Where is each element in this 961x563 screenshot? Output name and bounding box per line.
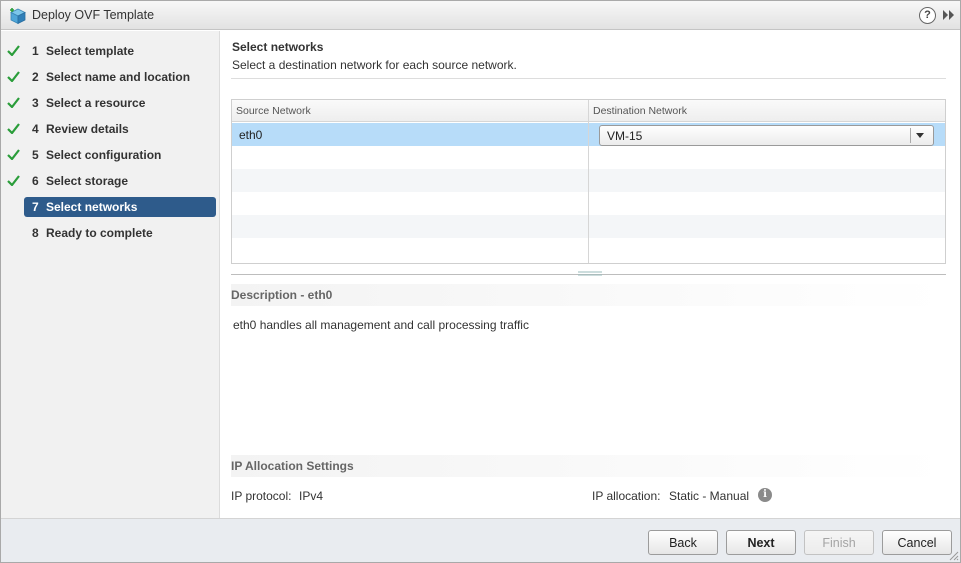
step-label: Select a resource (46, 96, 146, 110)
step-label: Review details (46, 122, 129, 136)
back-button[interactable]: Back (648, 530, 718, 555)
step-select-networks[interactable]: 7 Select networks (24, 197, 216, 217)
step-number: 4 (32, 122, 39, 136)
column-divider (588, 100, 589, 263)
step-label: Select template (46, 44, 135, 58)
step-select-a-resource[interactable]: 3 Select a resource (7, 93, 216, 113)
step-label: Select storage (46, 174, 129, 188)
column-header-destination-network[interactable]: Destination Network (593, 105, 687, 117)
checkmark-icon (7, 175, 20, 186)
column-header-source-network[interactable]: Source Network (236, 105, 311, 117)
network-mapping-grid: Source Network Destination Network eth0 … (231, 99, 946, 264)
expand-panel-icon[interactable] (942, 9, 956, 21)
checkmark-icon (7, 97, 20, 108)
dropdown-separator (910, 128, 911, 143)
step-label: Select name and location (46, 70, 191, 84)
step-number: 5 (32, 148, 39, 162)
ip-allocation-section-header: IP Allocation Settings (231, 455, 946, 477)
step-label: Select networks (46, 200, 138, 214)
description-text: eth0 handles all management and call pro… (233, 318, 529, 332)
page-subtitle: Select a destination network for each so… (232, 58, 517, 72)
source-network-cell: eth0 (239, 128, 263, 142)
ip-allocation-label: IP allocation: (592, 489, 661, 503)
step-number: 3 (32, 96, 39, 110)
description-section-header: Description - eth0 (231, 284, 946, 306)
step-select-name-and-location[interactable]: 2 Select name and location (7, 67, 216, 87)
step-label: Ready to complete (46, 226, 153, 240)
title-bar: Deploy OVF Template ? (1, 1, 960, 30)
step-review-details[interactable]: 4 Review details (7, 119, 216, 139)
resize-grip-icon[interactable] (948, 550, 959, 561)
help-icon[interactable]: ? (919, 7, 936, 24)
step-number: 2 (32, 70, 39, 84)
ip-protocol-label: IP protocol: (231, 489, 292, 503)
checkmark-icon (7, 149, 20, 160)
checkmark-icon (7, 71, 20, 82)
ovf-template-icon (10, 8, 26, 25)
step-number: 7 (32, 200, 39, 214)
dialog-title: Deploy OVF Template (32, 8, 155, 22)
step-select-storage[interactable]: 6 Select storage (7, 171, 216, 191)
step-number: 8 (32, 226, 39, 240)
page-title: Select networks (232, 40, 324, 54)
dropdown-selected-value: VM-15 (607, 129, 643, 143)
info-icon[interactable]: i (758, 488, 772, 502)
destination-network-dropdown[interactable]: VM-15 (599, 125, 934, 146)
ip-protocol-value: IPv4 (299, 489, 324, 503)
finish-button: Finish (804, 530, 874, 555)
divider (231, 78, 946, 79)
step-select-template[interactable]: 1 Select template (7, 41, 216, 61)
step-number: 1 (32, 44, 39, 58)
ip-allocation-value: Static - Manual (669, 489, 750, 503)
checkmark-icon (7, 45, 20, 56)
cancel-button[interactable]: Cancel (882, 530, 952, 555)
wizard-steps-sidebar: 1 Select template 2 Select name and loca… (1, 31, 220, 518)
step-select-configuration[interactable]: 5 Select configuration (7, 145, 216, 165)
main-content: Select networks Select a destination net… (221, 31, 960, 518)
step-label: Select configuration (46, 148, 162, 162)
deploy-ovf-dialog: Deploy OVF Template ? 1 Select template … (0, 0, 961, 563)
step-number: 6 (32, 174, 39, 188)
step-ready-to-complete[interactable]: 8 Ready to complete (24, 223, 216, 243)
dialog-footer: Back Next Finish Cancel (1, 518, 960, 562)
splitter-grip-icon[interactable] (578, 271, 602, 276)
next-button[interactable]: Next (726, 530, 796, 555)
chevron-down-icon[interactable] (916, 133, 924, 138)
checkmark-icon (7, 123, 20, 134)
